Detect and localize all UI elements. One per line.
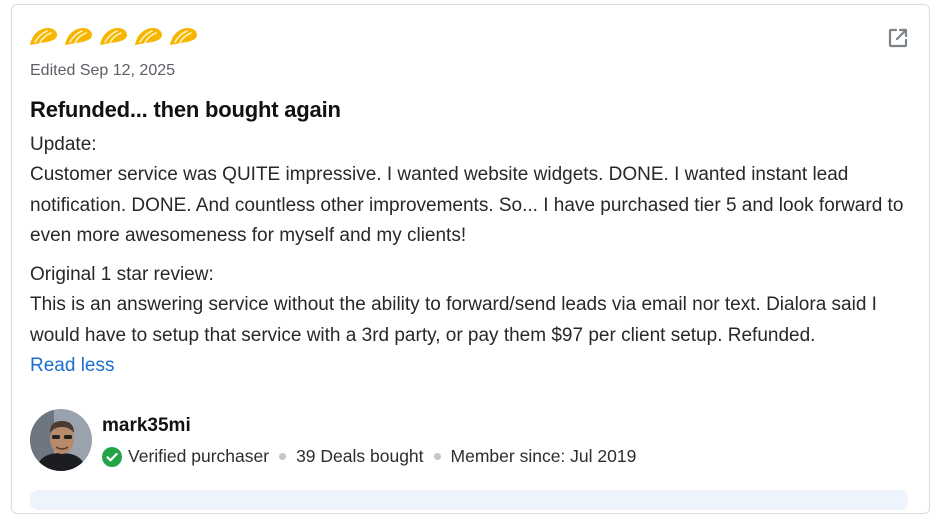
review-date: Edited Sep 12, 2025: [30, 62, 176, 79]
review-title: Refunded... then bought again: [30, 97, 341, 122]
check-circle-icon: [102, 446, 122, 467]
external-link-icon: [888, 28, 908, 48]
read-less-link[interactable]: Read less: [30, 351, 115, 381]
review-body: Update: Customer service was QUITE impre…: [30, 130, 920, 381]
verified-label: Verified purchaser: [128, 446, 270, 466]
review-paragraph: Original 1 star review:: [30, 264, 214, 286]
taco-icon: [135, 28, 162, 45]
reviewer-meta: Verified purchaser 39 Deals bought Membe…: [102, 446, 636, 467]
external-link-button[interactable]: [887, 27, 909, 49]
separator-dot: [433, 453, 441, 460]
deals-bought: 39 Deals bought: [296, 446, 424, 466]
separator-dot: [279, 453, 287, 460]
taco-icon: [30, 28, 57, 45]
reply-box: [30, 490, 908, 510]
review-paragraph: This is an answering service without the…: [30, 294, 877, 346]
review-paragraph: Customer service was QUITE impressive. I…: [30, 164, 904, 246]
taco-icon: [170, 28, 197, 45]
rating-stars: [29, 26, 198, 46]
member-since: Member since: Jul 2019: [450, 446, 637, 466]
taco-icon: [65, 28, 92, 45]
taco-icon: [100, 28, 127, 45]
avatar: [30, 409, 92, 471]
review-paragraph: Update:: [30, 134, 97, 155]
reviewer-username[interactable]: mark35mi: [102, 415, 191, 437]
